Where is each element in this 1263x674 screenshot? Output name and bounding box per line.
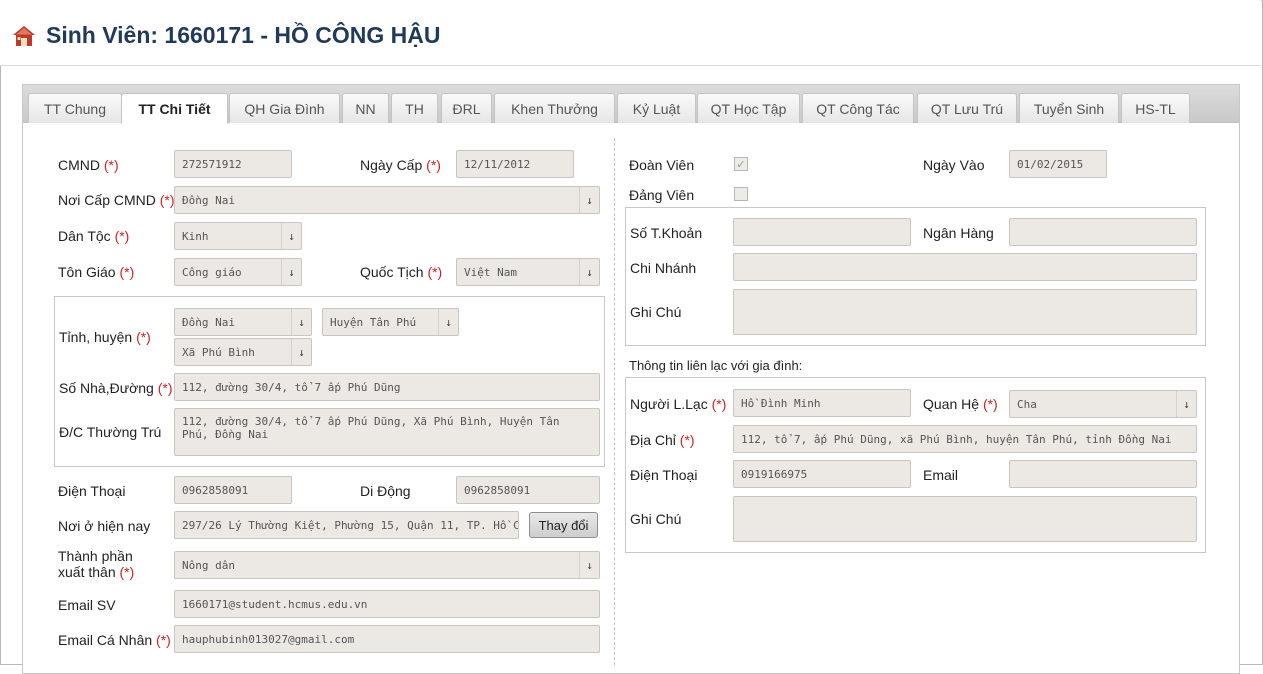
gd-dien-thoai-label: Điện Thoại <box>630 467 698 483</box>
huyen-select[interactable]: Huyện Tân Phú ↓ <box>322 308 459 336</box>
so-nha-input[interactable]: 112, đường 30/4, tổ 7 ấp Phú Dũng <box>174 373 600 401</box>
gd-dien-thoai-input[interactable]: 0919166975 <box>733 460 911 488</box>
noi-cap-select[interactable]: Đồng Nai ↓ <box>174 186 600 214</box>
noi-o-input[interactable]: 297/26 Lý Thường Kiệt, Phường 15, Quận 1… <box>174 511 519 539</box>
dan-toc-label: Dân Tộc (*) <box>58 228 130 244</box>
gd-email-label: Email <box>923 467 959 483</box>
so-nha-label: Số Nhà,Đường (*) <box>59 380 173 396</box>
email-sv-label: Email SV <box>58 597 116 613</box>
ton-giao-label: Tôn Giáo (*) <box>58 264 135 280</box>
chevron-down-icon: ↓ <box>438 309 458 335</box>
dang-vien-checkbox[interactable] <box>734 187 748 201</box>
tab-bar: TT Chung TT Chi Tiết QH Gia Đình NN TH Đ… <box>23 85 1239 124</box>
page-header: Sinh Viên: 1660171 - HỒ CÔNG HẬU <box>0 0 1261 66</box>
ngan-hang-label: Ngân Hàng <box>923 225 994 241</box>
xa-select[interactable]: Xã Phú Bình ↓ <box>174 338 312 366</box>
dien-thoai-label: Điện Thoại <box>58 483 126 499</box>
bank-ghi-chu-label: Ghi Chú <box>630 304 682 320</box>
tab-th[interactable]: TH <box>391 93 438 123</box>
chevron-down-icon: ↓ <box>579 552 599 578</box>
tab-qt-cong-tac[interactable]: QT Công Tác <box>802 93 914 123</box>
thay-doi-button[interactable]: Thay đổi <box>529 512 598 538</box>
ngay-vao-label: Ngày Vào <box>923 157 985 173</box>
chevron-down-icon: ↓ <box>579 259 599 285</box>
gd-email-input[interactable] <box>1009 460 1197 488</box>
quoc-tich-label: Quốc Tịch (*) <box>360 264 443 280</box>
tab-tuyen-sinh[interactable]: Tuyển Sinh <box>1019 93 1119 123</box>
tab-ky-luat[interactable]: Kỷ Luật <box>617 93 696 123</box>
tab-khen-thuong[interactable]: Khen Thưởng <box>494 93 615 123</box>
dien-thoai-input[interactable]: 0962858091 <box>174 476 292 504</box>
dan-toc-select[interactable]: Kinh ↓ <box>174 222 302 250</box>
ngay-vao-input[interactable]: 01/02/2015 <box>1009 150 1107 178</box>
thanh-phan-select[interactable]: Nông dân ↓ <box>174 551 600 579</box>
di-dong-input[interactable]: 0962858091 <box>456 476 600 504</box>
tinh-select[interactable]: Đồng Nai ↓ <box>174 308 312 336</box>
column-divider <box>614 138 615 665</box>
noi-o-label: Nơi ở hiện nay <box>58 518 151 534</box>
chevron-down-icon: ↓ <box>1176 391 1196 417</box>
quan-he-select[interactable]: Cha ↓ <box>1009 390 1197 418</box>
chi-nhanh-label: Chi Nhánh <box>630 260 697 276</box>
lien-lac-heading: Thông tin liên lạc với gia đình: <box>629 358 803 373</box>
doan-vien-checkbox[interactable]: ✓ <box>734 157 748 171</box>
so-tk-label: Số T.Khoản <box>630 225 703 241</box>
dia-chi-label: Địa Chỉ (*) <box>630 432 695 448</box>
tab-drl[interactable]: ĐRL <box>441 93 492 123</box>
quan-he-label: Quan Hệ (*) <box>923 396 998 412</box>
doan-vien-label: Đoàn Viên <box>629 157 695 173</box>
gd-ghi-chu-label: Ghi Chú <box>630 511 682 527</box>
bank-ghi-chu-textarea[interactable] <box>733 289 1197 335</box>
nguoi-ll-input[interactable]: Hồ Đình Minh <box>733 389 911 417</box>
tab-nn[interactable]: NN <box>342 93 389 123</box>
dia-chi-input[interactable]: 112, tổ 7, ấp Phú Dũng, xã Phú Bình, huy… <box>733 425 1197 453</box>
email-cn-input[interactable]: hauphubinh013027@gmail.com <box>174 625 600 653</box>
quoc-tich-select[interactable]: Việt Nam ↓ <box>456 258 600 286</box>
chevron-down-icon: ↓ <box>579 187 599 213</box>
thuong-tru-textarea[interactable]: 112, đường 30/4, tổ 7 ấp Phú Dũng, Xã Ph… <box>174 408 600 456</box>
tab-hs-tl[interactable]: HS-TL <box>1121 93 1190 123</box>
page-title: Sinh Viên: 1660171 - HỒ CÔNG HẬU <box>46 22 441 48</box>
tinh-huyen-label: Tỉnh, huyện (*) <box>59 329 151 345</box>
chevron-down-icon: ↓ <box>281 259 301 285</box>
cmnd-input[interactable]: 272571912 <box>174 150 292 178</box>
ton-giao-select[interactable]: Công giáo ↓ <box>174 258 302 286</box>
tab-qt-hoc-tap[interactable]: QT Học Tập <box>697 93 800 123</box>
email-cn-label: Email Cá Nhân (*) <box>58 632 171 648</box>
tab-qt-luu-tru[interactable]: QT Lưu Trú <box>917 93 1017 123</box>
thuong-tru-label: Đ/C Thường Trú <box>59 424 162 440</box>
chi-nhanh-input[interactable] <box>733 253 1197 281</box>
chevron-down-icon: ↓ <box>281 223 301 249</box>
ngay-cap-label: Ngày Cấp (*) <box>360 157 441 173</box>
di-dong-label: Di Động <box>360 483 411 499</box>
tab-qh-gia-dinh[interactable]: QH Gia Đình <box>229 93 340 123</box>
home-icon <box>13 26 35 46</box>
dang-vien-label: Đảng Viên <box>629 187 695 203</box>
so-tk-input[interactable] <box>733 218 911 246</box>
noi-cap-label: Nơi Cấp CMND (*) <box>58 192 175 208</box>
checkmark-icon: ✓ <box>736 157 746 171</box>
ngay-cap-input[interactable]: 12/11/2012 <box>456 150 574 178</box>
cmnd-label: CMND (*) <box>58 157 119 173</box>
tab-tt-chi-tiet[interactable]: TT Chi Tiết <box>121 93 228 124</box>
chevron-down-icon: ↓ <box>291 339 311 365</box>
email-sv-input[interactable]: 1660171@student.hcmus.edu.vn <box>174 590 600 618</box>
thanh-phan-label: Thành phần xuất thân (*) <box>58 548 135 580</box>
ngan-hang-input[interactable] <box>1009 218 1197 246</box>
chevron-down-icon: ↓ <box>291 309 311 335</box>
nguoi-ll-label: Người L.Lạc (*) <box>630 396 727 412</box>
tab-tt-chung[interactable]: TT Chung <box>28 93 122 123</box>
gd-ghi-chu-textarea[interactable] <box>733 496 1197 542</box>
